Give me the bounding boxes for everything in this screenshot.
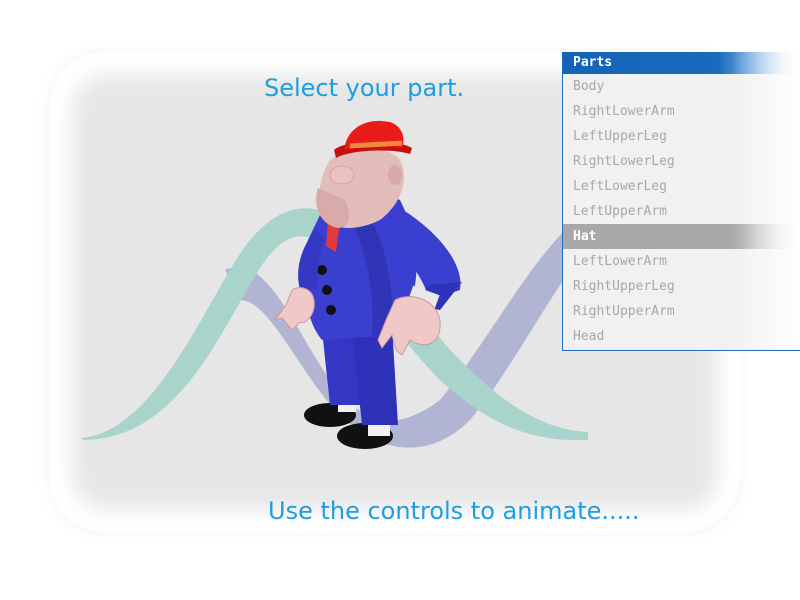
left-hand[interactable] xyxy=(273,287,315,331)
suit-button xyxy=(322,285,332,295)
app-window: Select your part. Use the controls to an… xyxy=(0,0,800,600)
part-item-right-upper-leg[interactable]: RightUpperLeg xyxy=(563,274,800,299)
select-part-caption: Select your part. xyxy=(264,74,465,102)
part-item-right-lower-leg[interactable]: RightLowerLeg xyxy=(563,149,800,174)
part-item-right-lower-arm[interactable]: RightLowerArm xyxy=(563,99,800,124)
part-item-body[interactable]: Body xyxy=(563,74,800,99)
part-item-right-upper-arm[interactable]: RightUpperArm xyxy=(563,299,800,324)
animate-controls-caption: Use the controls to animate..... xyxy=(268,497,640,525)
part-item-left-lower-leg[interactable]: LeftLowerLeg xyxy=(563,174,800,199)
part-item-left-upper-leg[interactable]: LeftUpperLeg xyxy=(563,124,800,149)
nose xyxy=(329,165,355,185)
suit-button xyxy=(326,305,336,315)
part-item-head[interactable]: Head xyxy=(563,324,800,349)
parts-list-header: Parts xyxy=(563,52,800,74)
suit-button xyxy=(317,265,327,275)
ear xyxy=(388,165,402,185)
part-item-left-upper-arm[interactable]: LeftUpperArm xyxy=(563,199,800,224)
part-item-hat[interactable]: Hat xyxy=(563,224,800,249)
right-leg[interactable] xyxy=(352,325,398,425)
part-item-left-lower-arm[interactable]: LeftLowerArm xyxy=(563,249,800,274)
parts-list-panel: Parts Body RightLowerArm LeftUpperLeg Ri… xyxy=(562,52,800,351)
